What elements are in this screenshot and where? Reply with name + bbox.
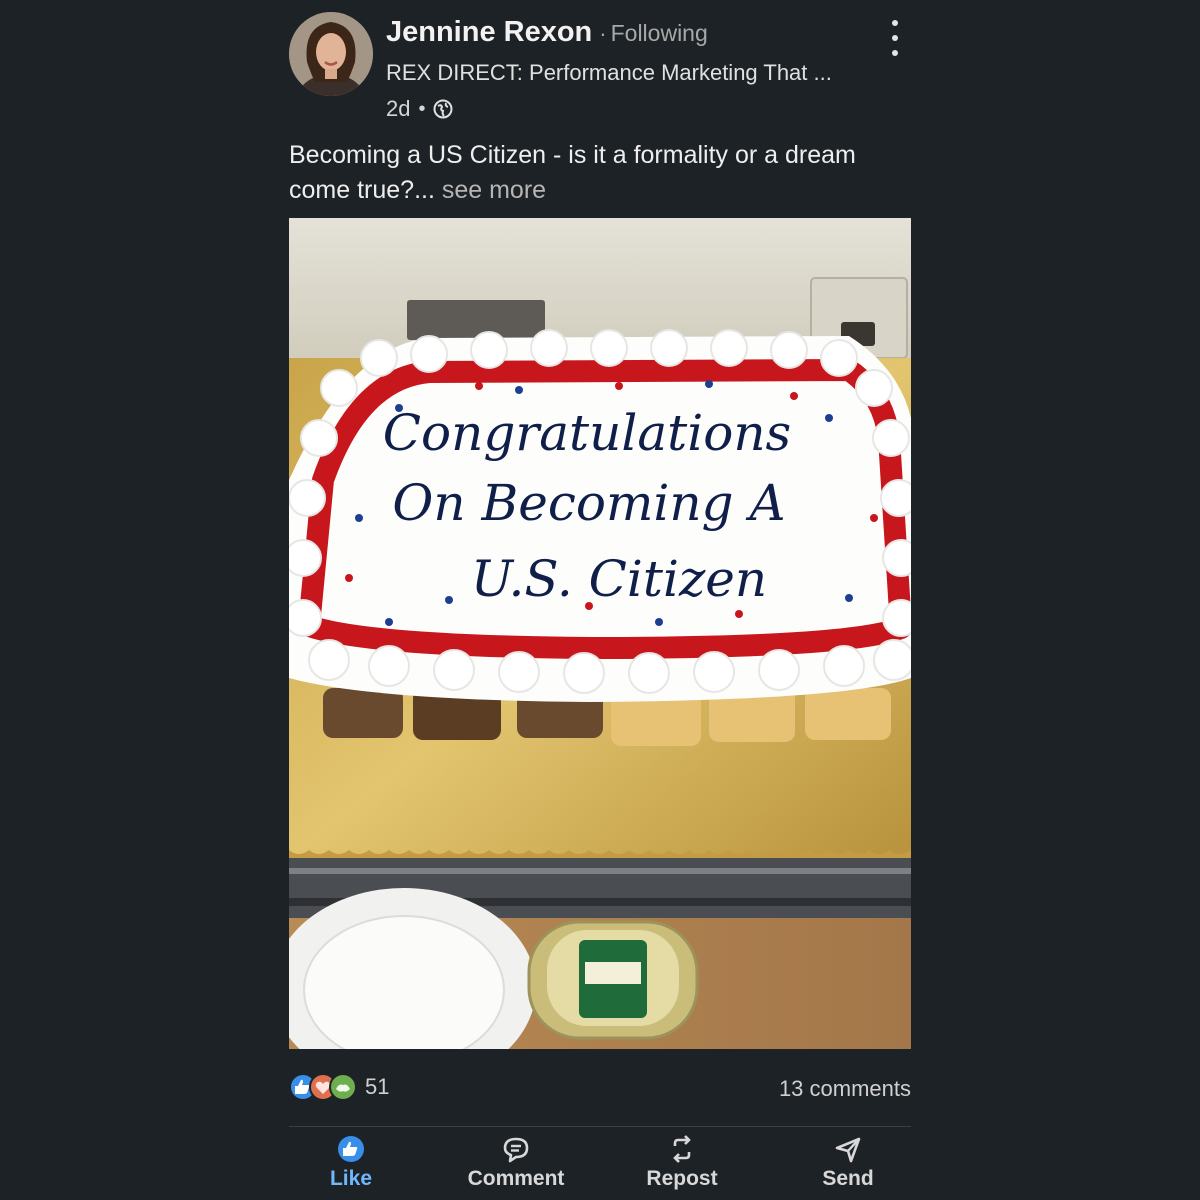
post-text: Becoming a US Citizen - is it a formalit…: [289, 141, 856, 204]
feed-post: Jennine Rexon · Following REX DIRECT: Pe…: [289, 0, 911, 1200]
send-label: Send: [822, 1167, 874, 1190]
author-avatar[interactable]: [289, 12, 373, 96]
cake-text-line1: Congratulations: [383, 404, 791, 462]
reactions-summary[interactable]: 51: [289, 1072, 389, 1102]
time-separator: •: [418, 97, 426, 120]
social-counts: 51 13 comments: [289, 1072, 911, 1106]
send-button[interactable]: Send: [778, 1134, 918, 1196]
post-timestamp: 2d •: [386, 96, 886, 122]
globe-icon: [433, 99, 453, 119]
more-options-icon[interactable]: [883, 20, 907, 56]
send-icon: [833, 1134, 863, 1164]
post-header: Jennine Rexon · Following REX DIRECT: Pe…: [289, 12, 911, 122]
reaction-count: 51: [365, 1074, 390, 1099]
like-button[interactable]: Like: [281, 1134, 421, 1196]
post-actions: Like Comment Repost Send: [289, 1134, 911, 1200]
name-separator: ·: [599, 21, 607, 46]
post-image[interactable]: Congratulations On Becoming A U.S. Citiz…: [289, 218, 911, 1049]
repost-button[interactable]: Repost: [612, 1134, 752, 1196]
like-label: Like: [329, 1167, 373, 1190]
author-meta: Jennine Rexon · Following REX DIRECT: Pe…: [386, 16, 886, 122]
comment-label: Comment: [467, 1167, 565, 1190]
cake-text-line3: U.S. Citizen: [471, 550, 767, 608]
following-status: Following: [610, 20, 708, 46]
post-ellipsis: ...: [414, 176, 435, 204]
support-reaction-icon: [329, 1073, 357, 1101]
comment-button[interactable]: Comment: [446, 1134, 586, 1196]
post-body: Becoming a US Citizen - is it a formalit…: [289, 138, 911, 208]
comments-count[interactable]: 13 comments: [779, 1076, 911, 1102]
comment-icon: [501, 1134, 531, 1164]
thumbs-up-icon: [336, 1134, 366, 1164]
author-name[interactable]: Jennine Rexon: [386, 16, 592, 49]
author-headline: REX DIRECT: Performance Marketing That .…: [386, 60, 832, 85]
reaction-icons: [289, 1072, 359, 1102]
repost-icon: [667, 1134, 697, 1164]
see-more-link[interactable]: see more: [435, 176, 546, 204]
post-age: 2d: [386, 96, 411, 121]
cake-text-line2: On Becoming A: [392, 474, 785, 532]
actions-divider: [289, 1126, 911, 1127]
repost-label: Repost: [646, 1167, 718, 1190]
